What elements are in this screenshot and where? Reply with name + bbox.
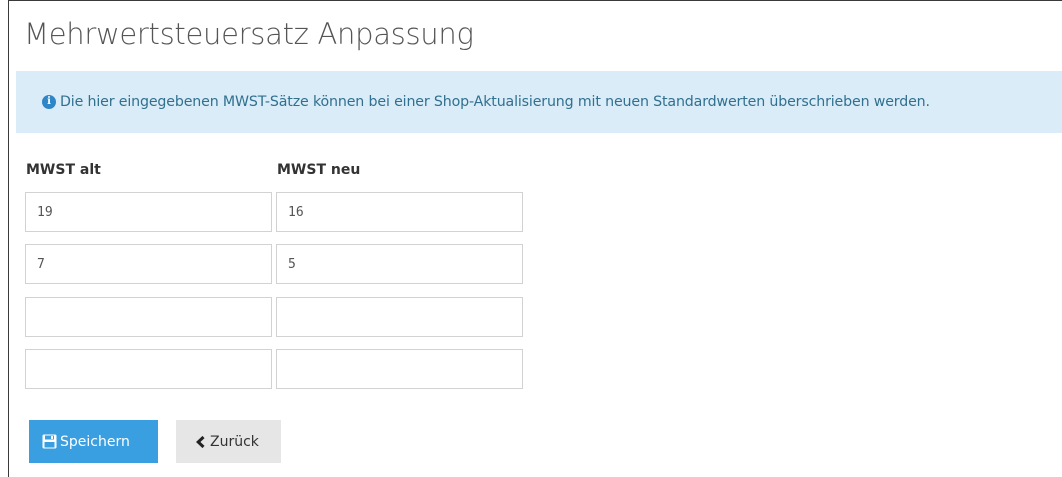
chevron-left-icon [196, 435, 205, 448]
mwst-alt-input-4[interactable] [25, 349, 272, 389]
save-button[interactable]: Speichern [29, 420, 158, 463]
mwst-neu-input-4[interactable] [276, 349, 523, 389]
page-title: Mehrwertsteuersatz Anpassung [24, 17, 474, 51]
back-button[interactable]: Zurück [176, 420, 281, 463]
mwst-alt-input-3[interactable] [25, 297, 272, 337]
info-alert: i Die hier eingegebenen MWST-Sätze könne… [16, 71, 1062, 133]
floppy-disk-icon [42, 434, 57, 449]
info-alert-text: Die hier eingegebenen MWST-Sätze können … [60, 94, 930, 110]
column-header-mwst-neu: MWST neu [277, 162, 361, 178]
mwst-alt-input-2[interactable] [25, 244, 272, 284]
mwst-neu-input-2[interactable] [276, 244, 523, 284]
mwst-neu-input-1[interactable] [276, 192, 523, 232]
back-button-label: Zurück [210, 433, 259, 450]
column-header-mwst-alt: MWST alt [26, 162, 101, 178]
mwst-alt-input-1[interactable] [25, 192, 272, 232]
info-circle-icon: i [42, 95, 56, 109]
mwst-neu-input-3[interactable] [276, 297, 523, 337]
save-button-label: Speichern [60, 433, 130, 450]
